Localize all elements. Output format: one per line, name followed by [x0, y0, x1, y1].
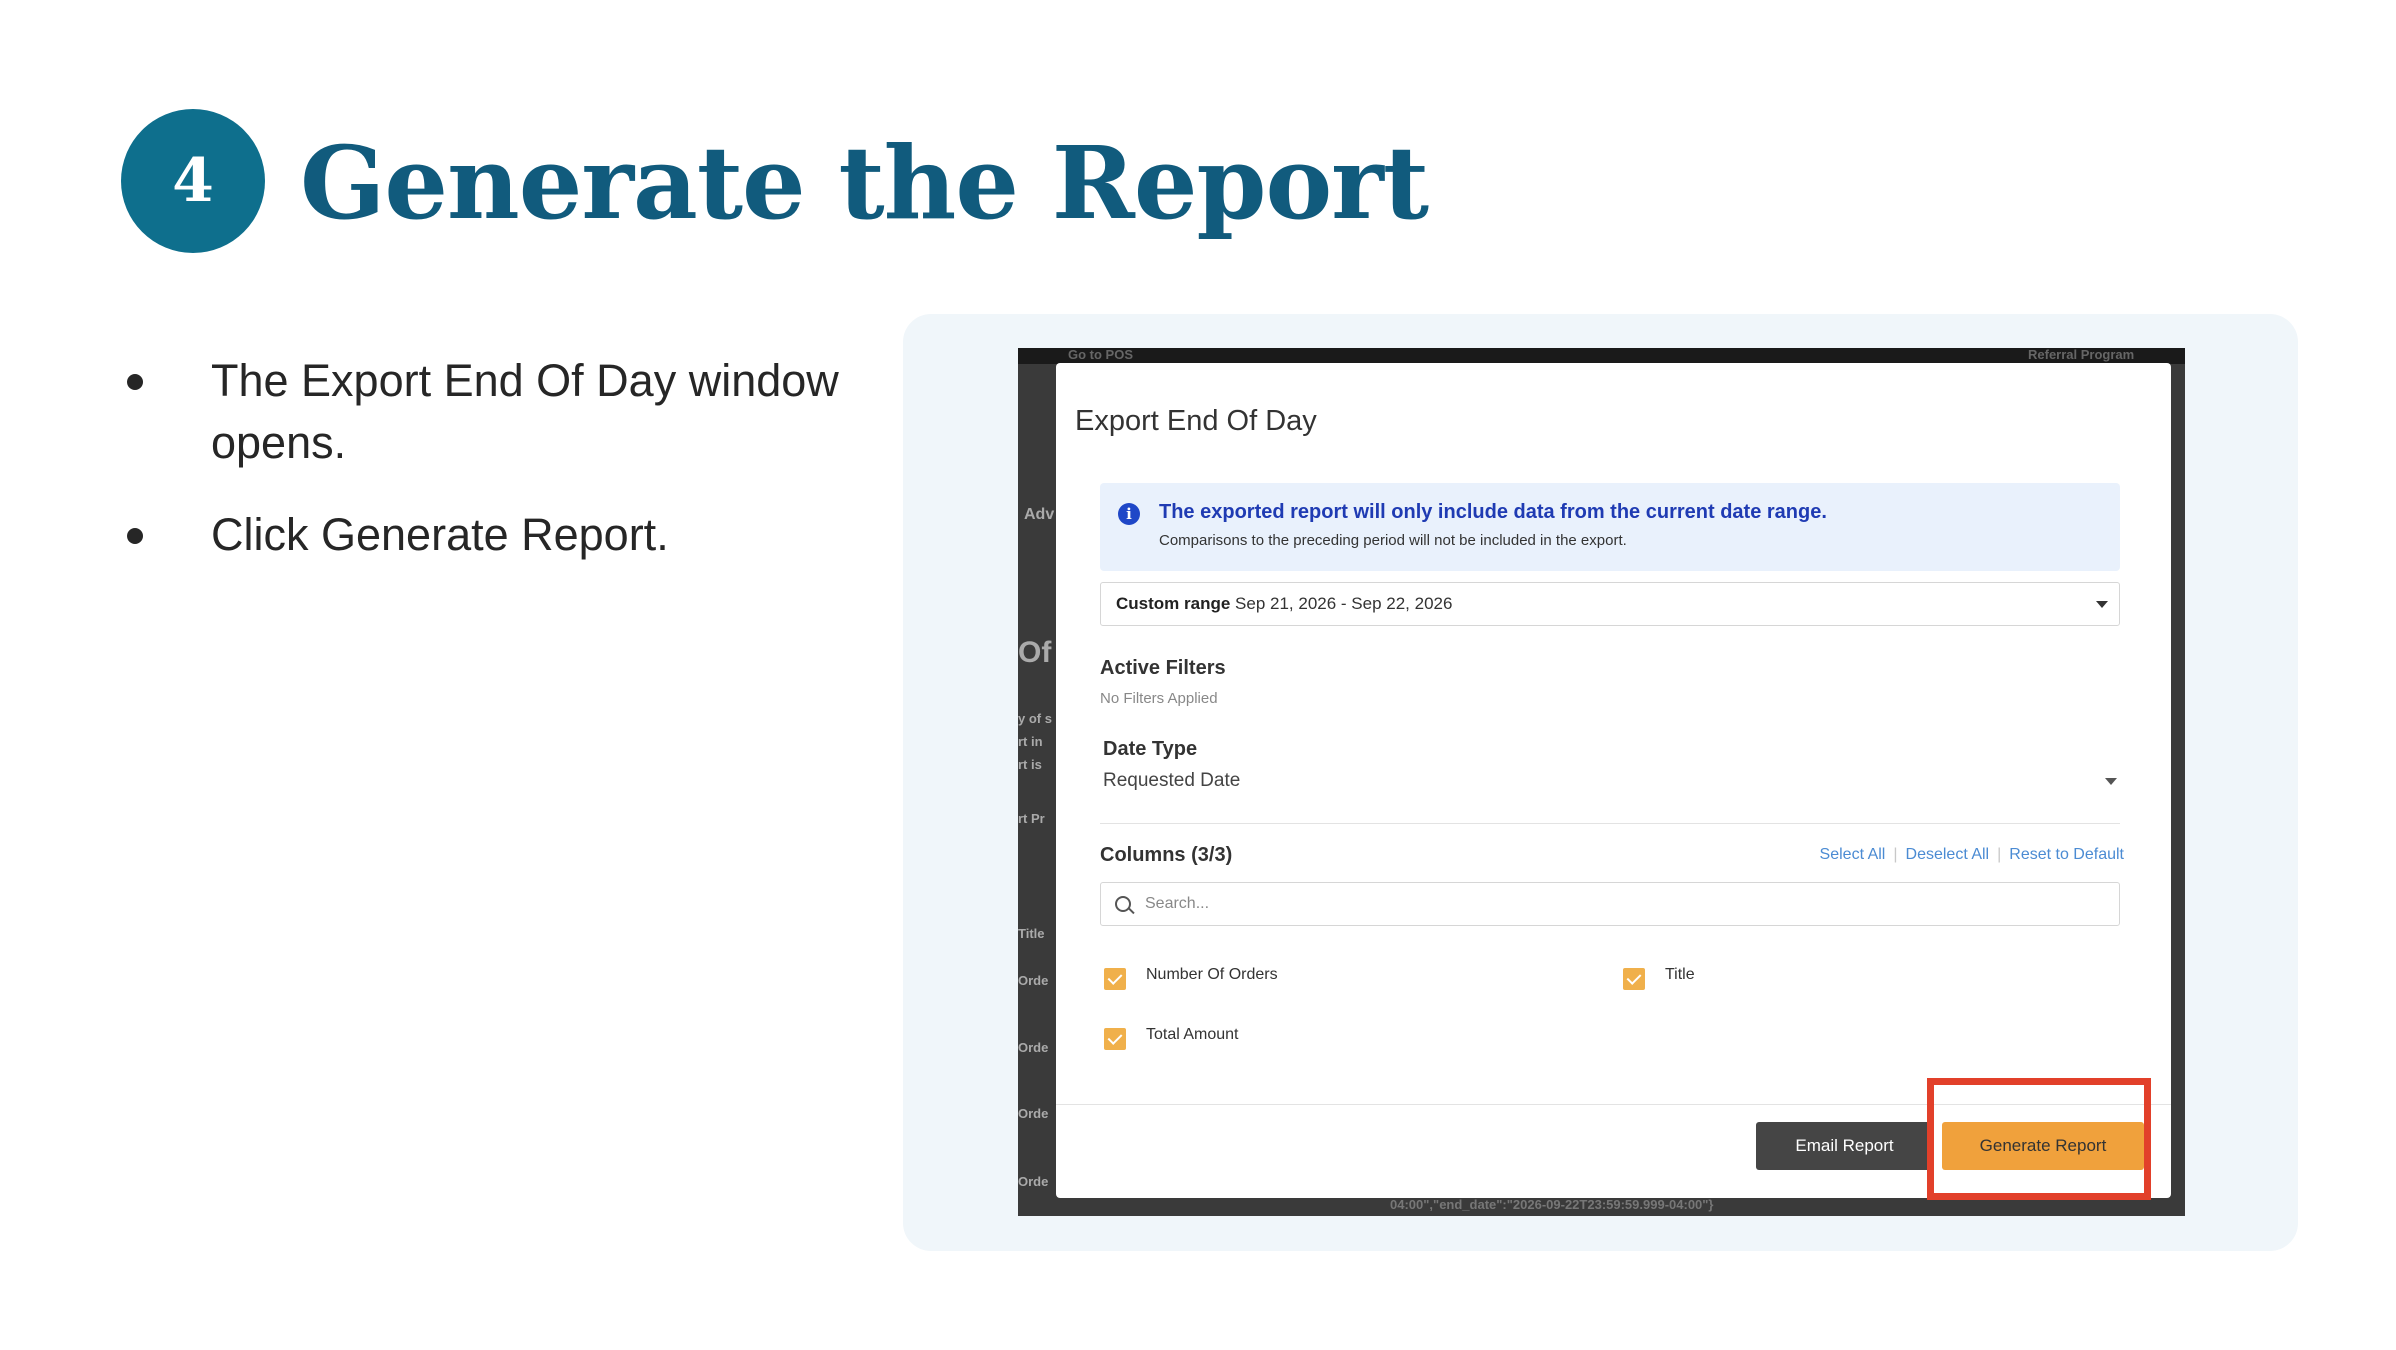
- bg-text: rt Pr: [1018, 811, 1045, 826]
- search-placeholder: Search...: [1145, 895, 1210, 912]
- bg-text: Orde: [1018, 1174, 1049, 1189]
- bg-text: Title: [1018, 926, 1045, 941]
- bg-text: Referral Program: [2028, 348, 2135, 362]
- column-search-input[interactable]: Search...: [1100, 882, 2120, 926]
- bg-text: rt in: [1018, 734, 1043, 749]
- date-range-label: Custom range: [1116, 594, 1231, 613]
- step-number-badge: 4: [121, 109, 265, 253]
- dialog-title: Export End Of Day: [1075, 405, 1317, 437]
- deselect-all-link[interactable]: Deselect All: [1906, 846, 1990, 863]
- date-range-select[interactable]: Custom range Sep 21, 2026 - Sep 22, 2026: [1100, 582, 2120, 626]
- divider: |: [1997, 846, 2002, 863]
- bg-text: Orde: [1018, 1106, 1049, 1121]
- date-type-select[interactable]: Requested Date: [1100, 766, 2120, 800]
- slide-title: Generate the Report: [300, 124, 1429, 242]
- divider: |: [1893, 846, 1898, 863]
- bg-text: rt is: [1018, 757, 1042, 772]
- instruction-item: Click Generate Report.: [120, 504, 880, 566]
- active-filters-label: Active Filters: [1100, 657, 1226, 679]
- export-end-of-day-dialog: Export End Of Day i The exported report …: [1056, 363, 2171, 1198]
- chevron-down-icon: [2096, 601, 2108, 608]
- date-type-value: Requested Date: [1103, 770, 1241, 791]
- title-checkbox[interactable]: [1623, 968, 1645, 990]
- email-report-button[interactable]: Email Report: [1756, 1122, 1933, 1170]
- total-amount-checkbox[interactable]: [1104, 1028, 1126, 1050]
- bg-text: Of: [1018, 636, 1052, 669]
- date-type-label: Date Type: [1103, 738, 1198, 760]
- instruction-text: Click Generate Report.: [211, 509, 669, 560]
- bg-text: 04:00","end_date":"2026-09-22T23:59:59.9…: [1390, 1197, 1714, 1212]
- column-option-label: Title: [1665, 966, 1695, 983]
- bg-text: Orde: [1018, 973, 1049, 988]
- active-filters-value: No Filters Applied: [1100, 690, 1218, 707]
- instruction-item: The Export End Of Day window opens.: [120, 350, 880, 474]
- bg-text: Adv: [1024, 506, 1055, 523]
- column-actions: Select All | Deselect All | Reset to Default: [1820, 846, 2124, 864]
- bg-text: y of s: [1018, 711, 1052, 726]
- date-range-value: Sep 21, 2026 - Sep 22, 2026: [1235, 594, 1453, 613]
- instruction-list: The Export End Of Day window opens. Clic…: [120, 350, 880, 596]
- chevron-down-icon: [2105, 778, 2117, 785]
- column-option-label: Total Amount: [1146, 1026, 1239, 1043]
- app-top-bar: [1018, 348, 2185, 364]
- info-submessage: Comparisons to the preceding period will…: [1159, 532, 1627, 549]
- select-all-link[interactable]: Select All: [1820, 846, 1886, 863]
- search-icon: [1115, 896, 1131, 912]
- bg-text: Go to POS: [1068, 348, 1133, 362]
- date-range-text: Custom range Sep 21, 2026 - Sep 22, 2026: [1116, 594, 1452, 614]
- number-of-orders-checkbox[interactable]: [1104, 968, 1126, 990]
- column-option-label: Number Of Orders: [1146, 966, 1278, 983]
- info-banner: i The exported report will only include …: [1100, 483, 2120, 571]
- info-message: The exported report will only include da…: [1159, 501, 1827, 523]
- instruction-text: The Export End Of Day window opens.: [211, 355, 839, 468]
- bullet-icon: [127, 528, 143, 544]
- highlight-box: [1927, 1078, 2151, 1200]
- bg-text: Orde: [1018, 1040, 1049, 1055]
- bullet-icon: [127, 374, 143, 390]
- columns-label: Columns (3/3): [1100, 844, 1233, 866]
- divider: [1100, 823, 2120, 824]
- info-icon: i: [1118, 503, 1140, 525]
- reset-to-default-link[interactable]: Reset to Default: [2009, 846, 2124, 863]
